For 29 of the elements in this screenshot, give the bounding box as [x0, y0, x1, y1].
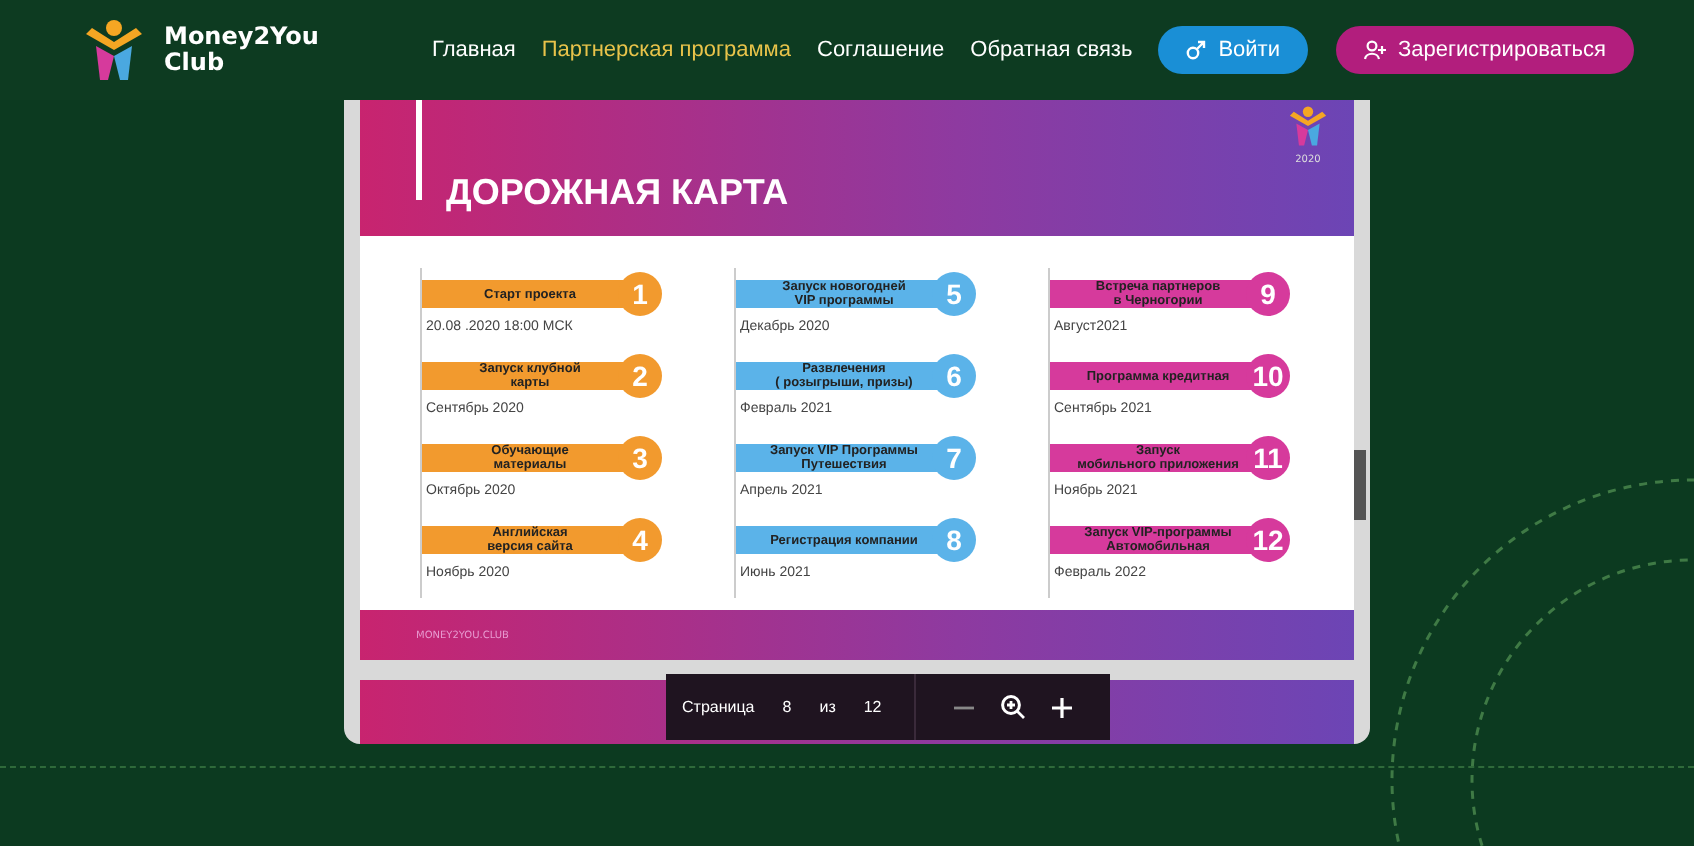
milestone-number: 11	[1246, 436, 1290, 480]
milestone-number: 8	[932, 518, 976, 562]
page-label: Страница	[682, 698, 755, 716]
milestone-number: 5	[932, 272, 976, 316]
page-of-label: из	[819, 698, 836, 716]
milestone-number: 3	[618, 436, 662, 480]
milestone-number: 7	[932, 436, 976, 480]
register-button[interactable]: Зарегистрироваться	[1335, 26, 1634, 74]
page-number[interactable]: 8	[782, 698, 792, 716]
page-total: 12	[863, 698, 882, 716]
brand-name: Money2You Club	[164, 23, 319, 77]
milestone-number: 6	[932, 354, 976, 398]
milestone-number: 9	[1246, 272, 1290, 316]
user-plus-icon	[1363, 40, 1386, 60]
milestone-number: 1	[618, 272, 662, 316]
milestone-number: 2	[618, 354, 662, 398]
nav-link[interactable]: Главная	[432, 38, 516, 62]
login-button[interactable]: Войти	[1158, 26, 1308, 74]
nav-link[interactable]: Партнерская программа	[541, 38, 791, 62]
nav-link[interactable]: Обратная связь	[970, 38, 1133, 62]
scrollbar-thumb[interactable]	[1354, 450, 1366, 520]
milestone-number: 10	[1246, 354, 1290, 398]
milestone-number: 12	[1246, 518, 1290, 562]
male-symbol-icon	[1186, 40, 1207, 60]
slide-title: ДОРОЖНАЯ КАРТА	[446, 171, 789, 213]
logo-icon	[1286, 104, 1330, 148]
zoom-in-icon[interactable]	[1049, 695, 1074, 719]
zoom-icon[interactable]	[999, 694, 1026, 720]
nav-link[interactable]: Соглашение	[817, 38, 945, 62]
